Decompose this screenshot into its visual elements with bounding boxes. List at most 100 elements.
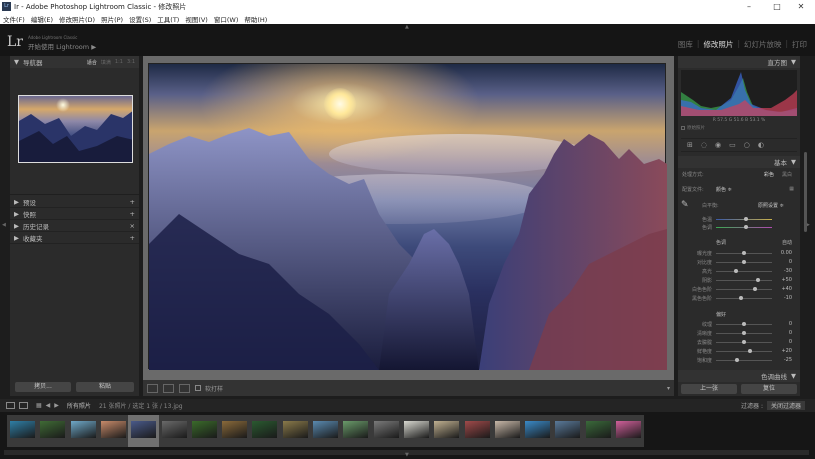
slider-row[interactable]: 阴影 +50 <box>682 277 796 284</box>
monitor-1-icon[interactable] <box>6 402 15 409</box>
slider-row[interactable]: 高光 -30 <box>682 268 796 275</box>
minimize-button[interactable]: – <box>735 0 763 13</box>
tint-knob[interactable] <box>744 225 748 229</box>
toolbar-menu-chevron-icon[interactable]: ▾ <box>667 385 670 392</box>
back-arrow-icon[interactable]: ◀ <box>46 402 51 409</box>
top-panel-toggle-icon[interactable]: ▲ <box>405 24 409 30</box>
section-presets[interactable]: ▶ 预设 + <box>10 196 139 208</box>
filmstrip-thumb[interactable] <box>431 415 463 447</box>
filmstrip-thumb[interactable] <box>552 415 584 447</box>
zoom-1-1[interactable]: 1:1 <box>115 59 123 65</box>
filmstrip-thumb[interactable] <box>370 415 402 447</box>
add-icon[interactable]: + <box>130 198 135 206</box>
slider-knob[interactable] <box>753 287 758 291</box>
crop-tool-icon[interactable]: ⊞ <box>687 141 693 149</box>
forward-arrow-icon[interactable]: ▶ <box>54 402 59 409</box>
main-photo[interactable] <box>148 63 667 370</box>
right-panel-scrollbar[interactable] <box>804 152 807 232</box>
copy-button[interactable]: 拷贝... <box>15 382 71 392</box>
module-library[interactable]: 图库 <box>678 39 693 50</box>
zoom-ratio[interactable]: 3:1 <box>127 59 135 65</box>
spot-removal-icon[interactable]: ◌ <box>701 141 707 149</box>
before-after-split-icon[interactable] <box>179 383 190 393</box>
profile-select[interactable]: 颜色 ≑ <box>716 186 732 193</box>
slider-row[interactable]: 曝光度 0.00 <box>682 250 796 257</box>
slider-row[interactable]: 纹理 0 <box>682 321 796 328</box>
menu-help[interactable]: 帮助(H) <box>244 14 267 24</box>
radial-filter-icon[interactable]: ○ <box>744 141 750 149</box>
tone-curve-header[interactable]: 色调曲线 ▼ <box>678 370 800 382</box>
section-snapshots[interactable]: ▶ 快照 + <box>10 208 139 220</box>
slider-value[interactable]: 0 <box>789 339 792 345</box>
treatment-bw[interactable]: 黑白 <box>782 171 792 178</box>
slider-value[interactable]: -25 <box>784 357 792 363</box>
adjustment-brush-icon[interactable]: ◐ <box>758 141 764 149</box>
filmstrip-thumb[interactable] <box>7 415 38 447</box>
filmstrip-info[interactable]: 21 张照片 / 选定 1 张 / 13.jpg <box>99 401 183 410</box>
clear-icon[interactable]: × <box>130 222 135 230</box>
slider-value[interactable]: +20 <box>781 348 792 354</box>
histogram-graph[interactable] <box>681 70 797 116</box>
section-history[interactable]: ▶ 历史记录 × <box>10 220 139 232</box>
slider-temp[interactable]: 色温 <box>682 216 796 223</box>
slider-value[interactable]: -30 <box>784 268 792 274</box>
navigator-preview[interactable] <box>18 95 133 163</box>
slider-track[interactable] <box>716 271 772 272</box>
close-button[interactable]: ✕ <box>787 0 815 13</box>
zoom-fit[interactable]: 适合 <box>87 59 97 66</box>
slider-row[interactable]: 清晰度 0 <box>682 330 796 337</box>
filmstrip-thumb[interactable] <box>37 415 69 447</box>
slider-row[interactable]: 白色色阶 +40 <box>682 286 796 293</box>
monitor-2-icon[interactable] <box>19 402 28 409</box>
filmstrip-thumb[interactable] <box>582 415 614 447</box>
slider-value[interactable]: 0 <box>789 259 792 265</box>
slider-knob[interactable] <box>742 251 746 255</box>
slider-knob[interactable] <box>735 358 740 362</box>
slider-knob[interactable] <box>742 331 746 335</box>
slider-track[interactable] <box>716 280 772 281</box>
source-label[interactable]: 所有照片 <box>67 401 91 410</box>
menu-edit[interactable]: 编辑(E) <box>31 14 53 24</box>
filmstrip-thumb[interactable] <box>340 415 372 447</box>
slider-row[interactable]: 对比度 0 <box>682 259 796 266</box>
slider-knob[interactable] <box>747 349 752 353</box>
treatment-color[interactable]: 彩色 <box>764 171 774 178</box>
original-checkbox[interactable] <box>681 126 685 130</box>
menu-settings[interactable]: 设置(S) <box>129 14 151 24</box>
filmstrip-thumb[interactable] <box>491 415 523 447</box>
red-eye-icon[interactable]: ◉ <box>715 141 721 149</box>
slider-knob[interactable] <box>756 278 760 282</box>
add-icon[interactable]: + <box>130 210 135 218</box>
slider-track[interactable] <box>716 298 772 299</box>
menu-develop[interactable]: 修改照片(D) <box>59 14 95 24</box>
image-view[interactable] <box>143 56 674 380</box>
slider-tint[interactable]: 色调 <box>682 224 796 231</box>
soft-proof-checkbox[interactable] <box>195 385 201 391</box>
filmstrip-thumb[interactable] <box>188 415 220 447</box>
filmstrip-thumb[interactable] <box>158 415 190 447</box>
slider-value[interactable]: 0 <box>789 321 792 327</box>
filmstrip-thumb[interactable] <box>219 415 251 447</box>
filmstrip-thumb[interactable] <box>310 415 341 447</box>
graduated-filter-icon[interactable]: ▭ <box>729 141 736 149</box>
add-icon[interactable]: + <box>130 234 135 242</box>
filmstrip-toggle-icon[interactable]: ▼ <box>405 452 409 458</box>
filmstrip-thumb[interactable] <box>128 415 160 447</box>
menu-file[interactable]: 文件(F) <box>3 14 25 24</box>
left-panel-toggle-icon[interactable]: ◀ <box>2 222 6 228</box>
slider-value[interactable]: 0 <box>789 330 792 336</box>
slider-track[interactable] <box>716 351 772 352</box>
slider-track[interactable] <box>716 360 772 361</box>
grid-view-icon[interactable]: ▦ <box>36 402 42 409</box>
auto-button[interactable]: 自动 <box>782 239 792 246</box>
slider-value[interactable]: +50 <box>781 277 792 283</box>
slider-value[interactable]: -10 <box>784 295 792 301</box>
filmstrip-thumb[interactable] <box>461 415 493 447</box>
slider-knob[interactable] <box>742 340 746 344</box>
temp-knob[interactable] <box>744 217 748 221</box>
basic-header[interactable]: 基本 ▼ <box>678 156 800 168</box>
zoom-fill[interactable]: 填满 <box>101 59 111 66</box>
slider-knob[interactable] <box>733 269 738 273</box>
original-photo-toggle[interactable]: 原始照片 <box>681 125 705 131</box>
histogram-header[interactable]: 直方图 ▼ <box>678 56 800 68</box>
